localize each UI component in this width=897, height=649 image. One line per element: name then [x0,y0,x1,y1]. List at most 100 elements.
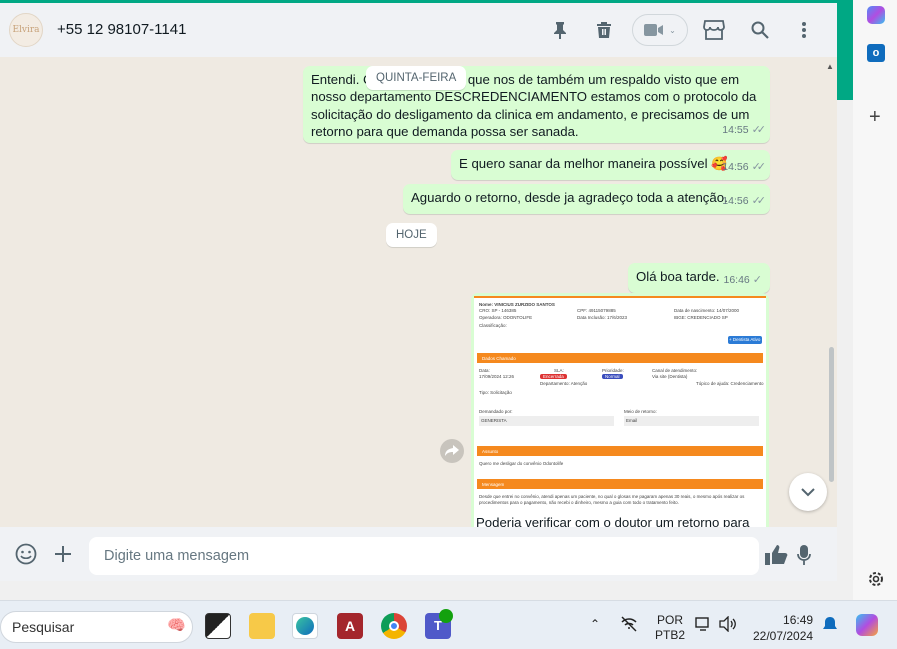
scroll-to-bottom-button[interactable] [789,473,827,511]
img-badge: Encerrada [540,374,567,379]
message-meta: 16:46 ✓ [724,272,763,289]
taskbar-search-label: Pesquisar [12,619,75,635]
double-check-icon: ✓✓ [751,194,767,207]
video-call-button[interactable]: ⌄ [632,14,688,46]
message-input[interactable]: Digite uma mensagem [89,537,759,575]
brain-flower-icon: 🧠 [167,617,186,634]
img-section-header: Mensagem [477,479,763,489]
image-message[interactable]: Nome: VINICIUS ZURZIDO SANTOS CPF: 49115… [471,293,769,527]
message-meta: 14:55 ✓✓ [722,122,767,139]
double-check-icon: ✓✓ [751,160,767,173]
message-meta: 14:56 ✓✓ [722,193,767,210]
language-indicator[interactable]: POR PTB2 [655,613,685,643]
chat-header[interactable]: Elvira +55 12 98107-1141 ⌄ [0,3,837,57]
trash-icon[interactable] [591,17,617,43]
clock-time: 16:49 [783,613,814,627]
image-screenshot[interactable]: Nome: VINICIUS ZURZIDO SANTOS CPF: 49115… [474,296,766,527]
img-text: Meio de retorno: [624,409,657,414]
copilot-icon[interactable] [867,6,885,24]
img-text: 17/09/2024 12:26 [479,374,515,379]
date-chip-today: HOJE [386,223,437,247]
access-app-icon[interactable]: A [337,613,363,639]
message-list[interactable]: Entendi. C que nos de também um respaldo… [0,57,837,527]
forward-button[interactable] [440,439,464,463]
img-text: Tópico de ajuda: Credenciamento [696,381,764,386]
message-caption: Poderia verificar com o doutor um retorn… [476,515,750,527]
img-text: CRO: SP - 146385 [479,308,517,313]
tray-chevron-up-icon[interactable]: ⌃ [590,617,600,631]
clock[interactable]: 16:49 22/07/2024 [753,612,813,644]
message-time: 14:56 [722,160,749,173]
message-meta: 14:56 ✓✓ [722,159,767,176]
forward-icon [445,445,459,456]
message-time: 14:56 [722,194,749,207]
check-icon: ✓ [752,273,762,286]
img-text: Via site (Dentista) [652,374,688,379]
img-text: Data Inclusão: 17/6/2023 [577,315,628,320]
network-off-icon[interactable] [620,616,638,635]
img-text: SLA: [554,368,564,373]
thumbs-up-icon[interactable] [764,544,788,571]
edge-sidebar: o + [853,0,897,600]
store-icon[interactable] [701,17,727,43]
teams-status-badge [439,609,453,623]
app-accent-side [837,0,853,100]
add-icon[interactable]: + [869,106,881,129]
emoji-icon[interactable] [15,543,37,570]
taskbar: Pesquisar 🧠 A T ⌃ POR PTB2 16:49 22/07/2… [0,600,897,649]
microphone-icon[interactable] [797,544,811,571]
outlook-icon[interactable]: o [867,44,885,62]
task-view-icon[interactable] [205,613,231,639]
pin-icon[interactable] [547,17,573,43]
scroll-up-arrow[interactable]: ▲ [826,62,834,71]
attach-plus-icon[interactable] [54,545,72,568]
avatar[interactable]: Elvira [9,13,43,47]
scrollbar-thumb[interactable] [829,347,834,482]
search-icon[interactable] [747,17,773,43]
menu-kebab-icon[interactable] [791,17,817,43]
img-text: CPF: 49115079885 [577,308,616,313]
contact-name[interactable]: +55 12 98107-1141 [57,21,186,38]
taskbar-search[interactable]: Pesquisar 🧠 [0,611,193,643]
img-text: Prioridade: [602,368,624,373]
whatsapp-window: Elvira +55 12 98107-1141 ⌄ Entendi. C qu… [0,3,837,581]
img-button: + Dentista Ativo [728,336,762,344]
message-bubble-outgoing[interactable]: E quero sanar da melhor maneira possível… [451,150,770,180]
message-bubble-outgoing[interactable]: Aguardo o retorno, desde ja agradeço tod… [403,184,770,214]
message-text: E quero sanar da melhor maneira possível… [459,156,728,171]
img-text: Tipo: Solicitação [479,390,512,395]
keyboard-layout: PTB2 [655,628,686,642]
img-text: Quero me desligar do convênio Odontolife [479,461,564,466]
img-field: Email [624,416,759,426]
edge-browser-icon[interactable] [292,613,318,639]
chevron-down-icon [801,487,815,496]
double-check-icon: ✓✓ [751,123,767,136]
message-time: 14:55 [722,123,749,136]
file-explorer-icon[interactable] [249,613,275,639]
img-text: Canal de atendimento: [652,368,698,373]
img-text: IBGE: CREDENCIADO SP [674,315,728,320]
img-section-header: Assunto [477,446,763,456]
chevron-down-icon: ⌄ [669,25,676,35]
notification-bell-icon[interactable] [823,616,837,635]
video-icon [644,24,664,36]
img-text: Departamento: Atenção [540,381,588,386]
img-badge: Normal [602,374,623,379]
message-text: Aguardo o retorno, desde ja agradeço tod… [411,190,728,205]
clock-date: 22/07/2024 [753,629,814,643]
message-time: 16:46 [723,273,750,286]
img-text: Demandado por: [479,409,513,414]
settings-gear-icon[interactable] [867,570,885,593]
composer-bar: Digite uma mensagem [0,527,837,581]
volume-icon[interactable] [719,615,737,635]
copilot-pre-icon[interactable] [856,614,878,636]
img-field: GENERISTA [479,416,614,426]
language-code: POR [657,613,684,627]
img-text: Data: [479,368,490,373]
img-text: Classificação: [479,323,507,328]
img-text: Data de nascimento: 14/07/2000 [674,308,740,313]
img-text: Desde que entrei no convênio, atendi ape… [479,494,745,505]
chrome-icon[interactable] [381,613,407,639]
message-bubble-outgoing[interactable]: Olá boa tarde. 16:46 ✓ [628,263,770,293]
display-icon[interactable] [695,617,711,634]
